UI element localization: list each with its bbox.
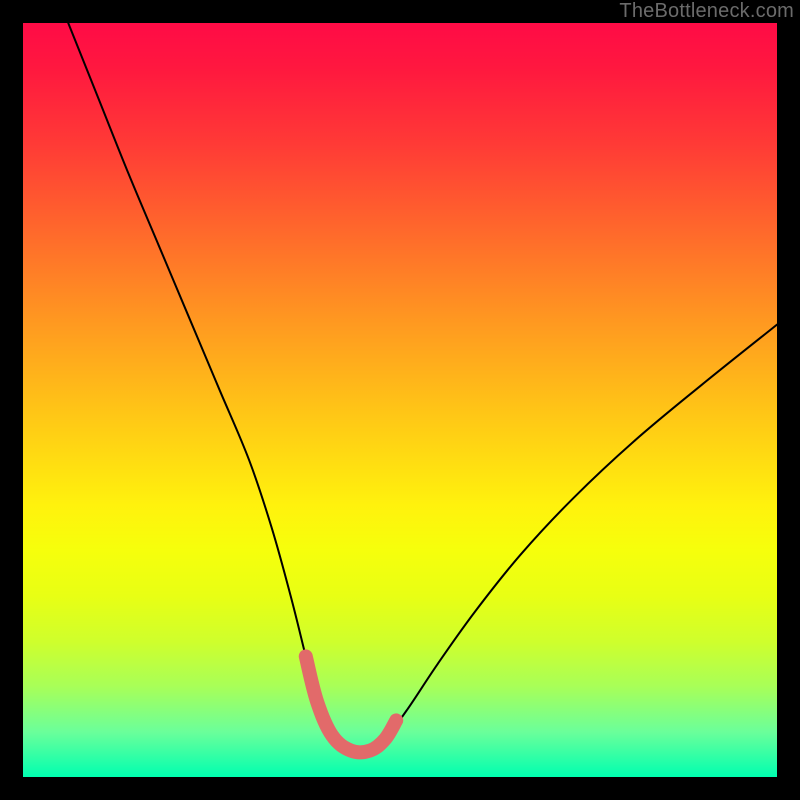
chart-svg (23, 23, 777, 777)
optimal-band-highlight (306, 656, 396, 752)
bottleneck-curve (68, 23, 777, 752)
plot-area (23, 23, 777, 777)
chart-stage: TheBottleneck.com (0, 0, 800, 800)
watermark-text: TheBottleneck.com (619, 0, 794, 23)
